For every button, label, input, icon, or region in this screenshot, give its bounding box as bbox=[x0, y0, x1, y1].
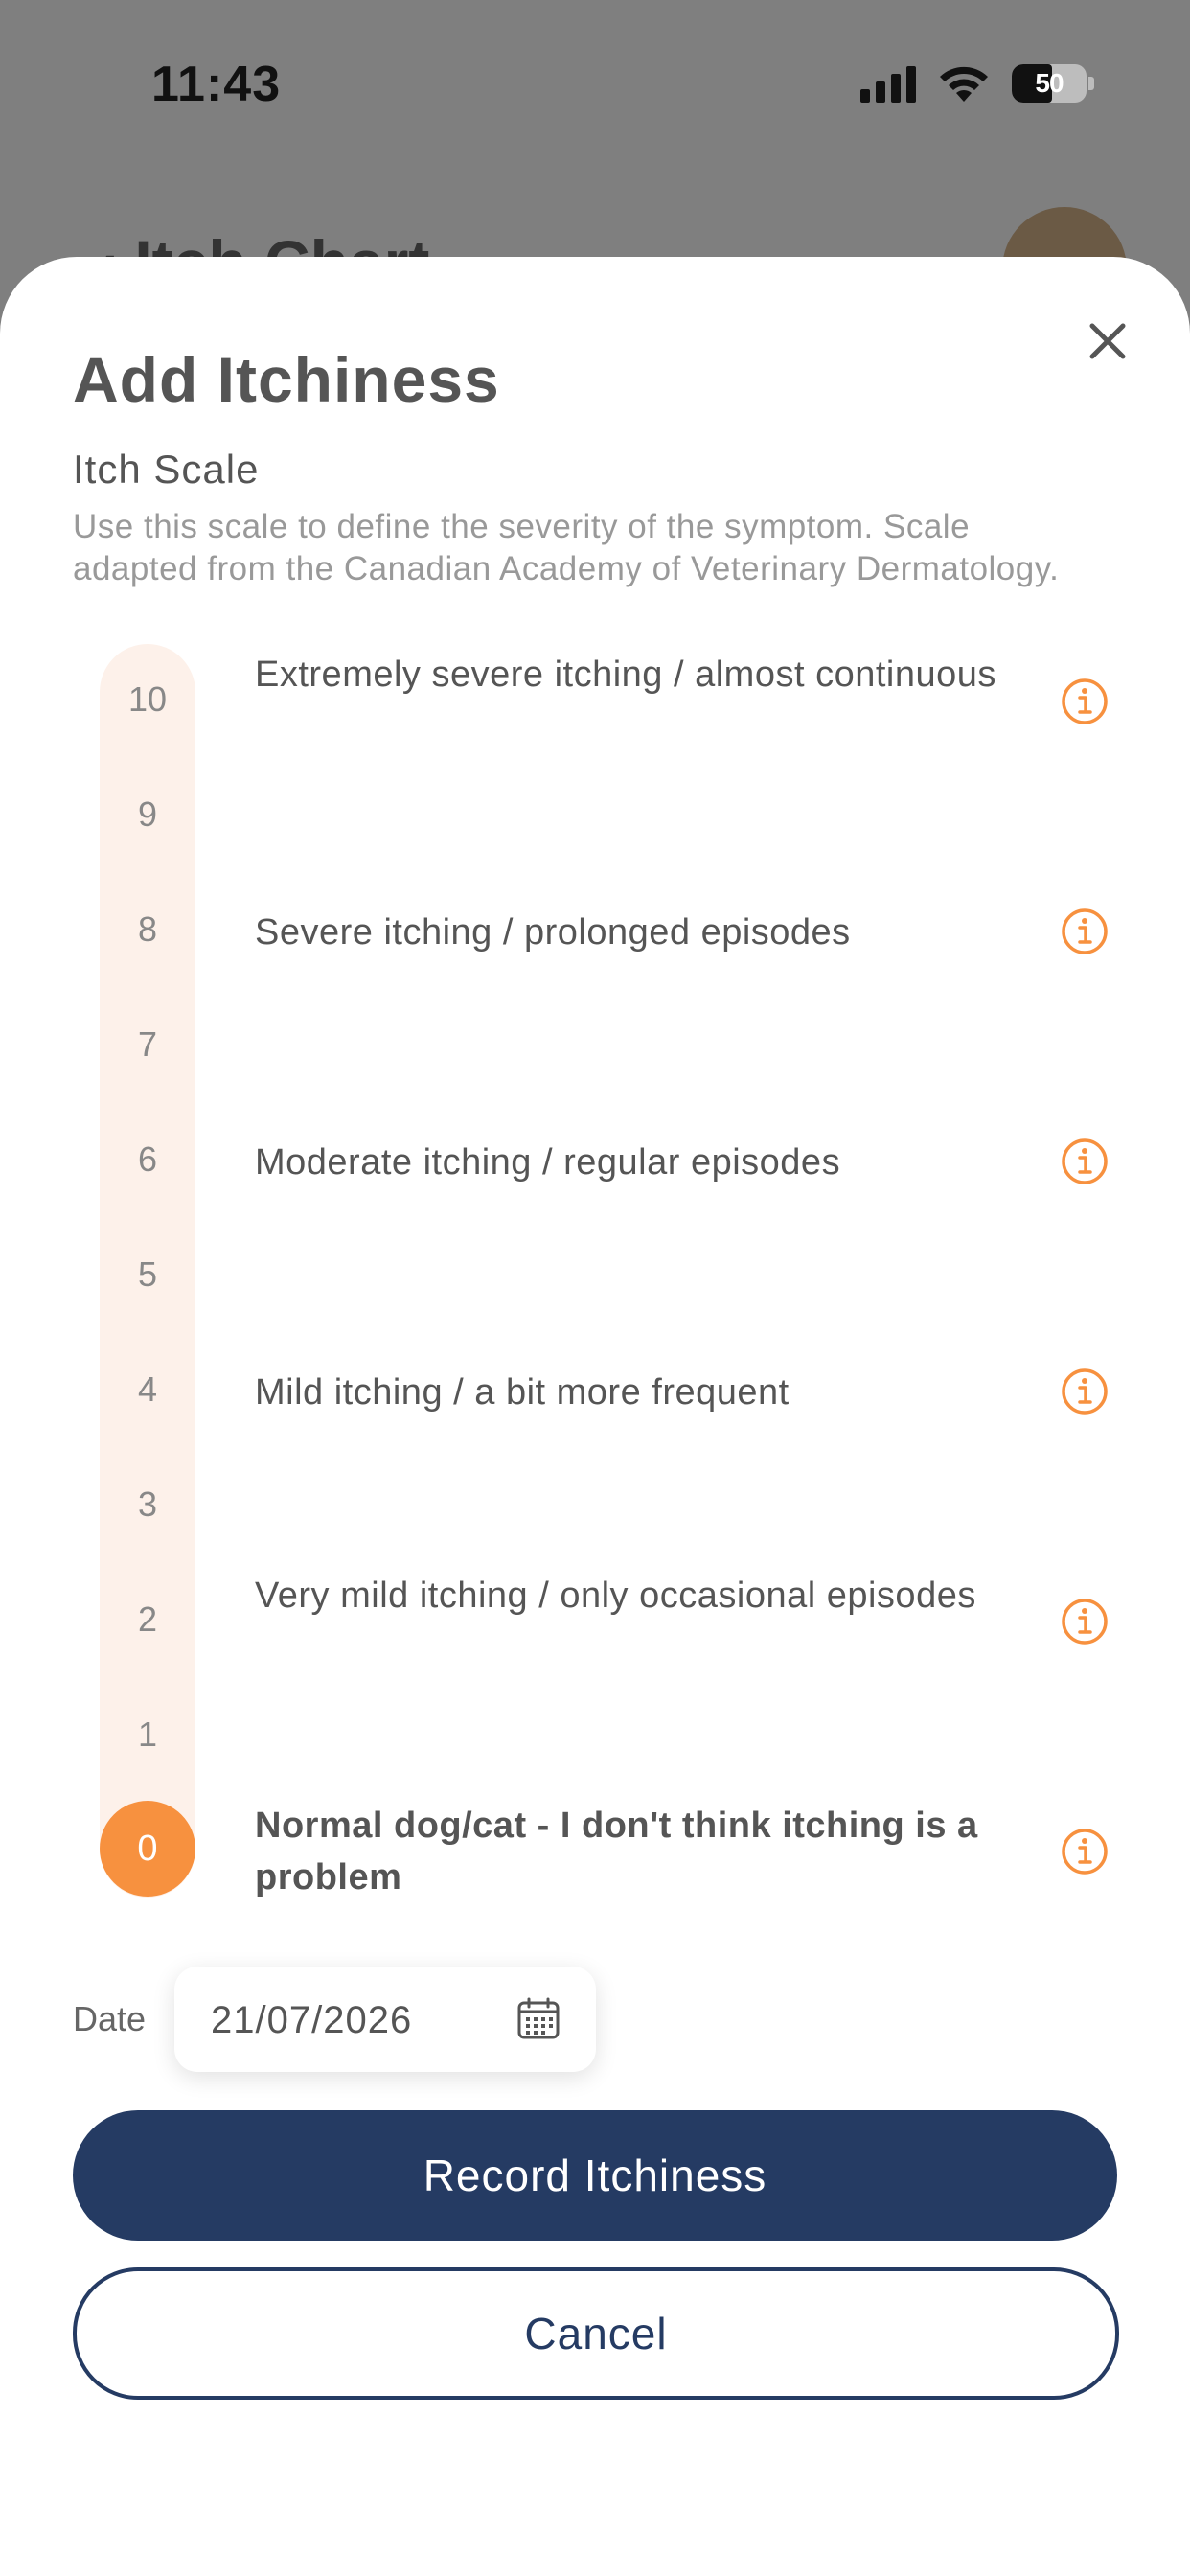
info-icon[interactable] bbox=[1060, 907, 1110, 956]
scale-number[interactable]: 10 bbox=[100, 679, 195, 720]
battery-icon: 50 bbox=[1012, 64, 1094, 103]
status-bar: 11:43 50 bbox=[0, 0, 1190, 172]
scale-number[interactable]: 2 bbox=[100, 1599, 195, 1640]
record-itchiness-button[interactable]: Record Itchiness bbox=[73, 2110, 1117, 2241]
wifi-icon bbox=[940, 66, 988, 102]
scale-number[interactable]: 4 bbox=[100, 1369, 195, 1410]
cancel-button[interactable]: Cancel bbox=[73, 2267, 1119, 2400]
date-picker-field[interactable]: 21/07/2026 bbox=[174, 1966, 596, 2072]
scale-description-item: Very mild itching / only occasional epis… bbox=[255, 1576, 976, 1616]
scale-description-item: Severe itching / prolonged episodes bbox=[255, 912, 851, 953]
info-icon[interactable] bbox=[1060, 677, 1110, 726]
close-button[interactable] bbox=[1077, 310, 1138, 372]
info-icon[interactable] bbox=[1060, 1367, 1110, 1416]
scale-number[interactable]: 7 bbox=[100, 1024, 195, 1065]
calendar-icon bbox=[517, 1997, 560, 2039]
date-label: Date bbox=[73, 1999, 147, 2038]
scale-number[interactable]: 6 bbox=[100, 1139, 195, 1180]
status-icons: 50 bbox=[860, 63, 1094, 104]
scale-number[interactable]: 9 bbox=[100, 794, 195, 835]
date-value: 21/07/2026 bbox=[211, 1999, 413, 2041]
slider-thumb-selected[interactable]: 0 bbox=[100, 1801, 195, 1897]
scale-description-item: Mild itching / a bit more frequent bbox=[255, 1372, 790, 1413]
battery-level: 50 bbox=[1035, 68, 1064, 98]
signal-icon bbox=[860, 64, 916, 103]
section-title: Itch Scale bbox=[73, 447, 260, 492]
scale-number[interactable]: 5 bbox=[100, 1254, 195, 1295]
info-icon[interactable] bbox=[1060, 1137, 1110, 1186]
status-time: 11:43 bbox=[151, 57, 282, 112]
info-icon[interactable] bbox=[1060, 1827, 1110, 1876]
scale-description-item: Moderate itching / regular episodes bbox=[255, 1142, 841, 1183]
sheet-title: Add Itchiness bbox=[73, 344, 500, 415]
scale-description: Use this scale to define the severity of… bbox=[73, 508, 1060, 587]
scale-number[interactable]: 1 bbox=[100, 1714, 195, 1755]
close-icon bbox=[1089, 323, 1126, 359]
scale-number[interactable]: 8 bbox=[100, 909, 195, 950]
info-icon[interactable] bbox=[1060, 1597, 1110, 1646]
scale-description-item-selected: Normal dog/cat - I don't think itching i… bbox=[255, 1806, 978, 1898]
scale-number[interactable]: 3 bbox=[100, 1484, 195, 1525]
scale-description-item: Extremely severe itching / almost contin… bbox=[255, 655, 996, 695]
